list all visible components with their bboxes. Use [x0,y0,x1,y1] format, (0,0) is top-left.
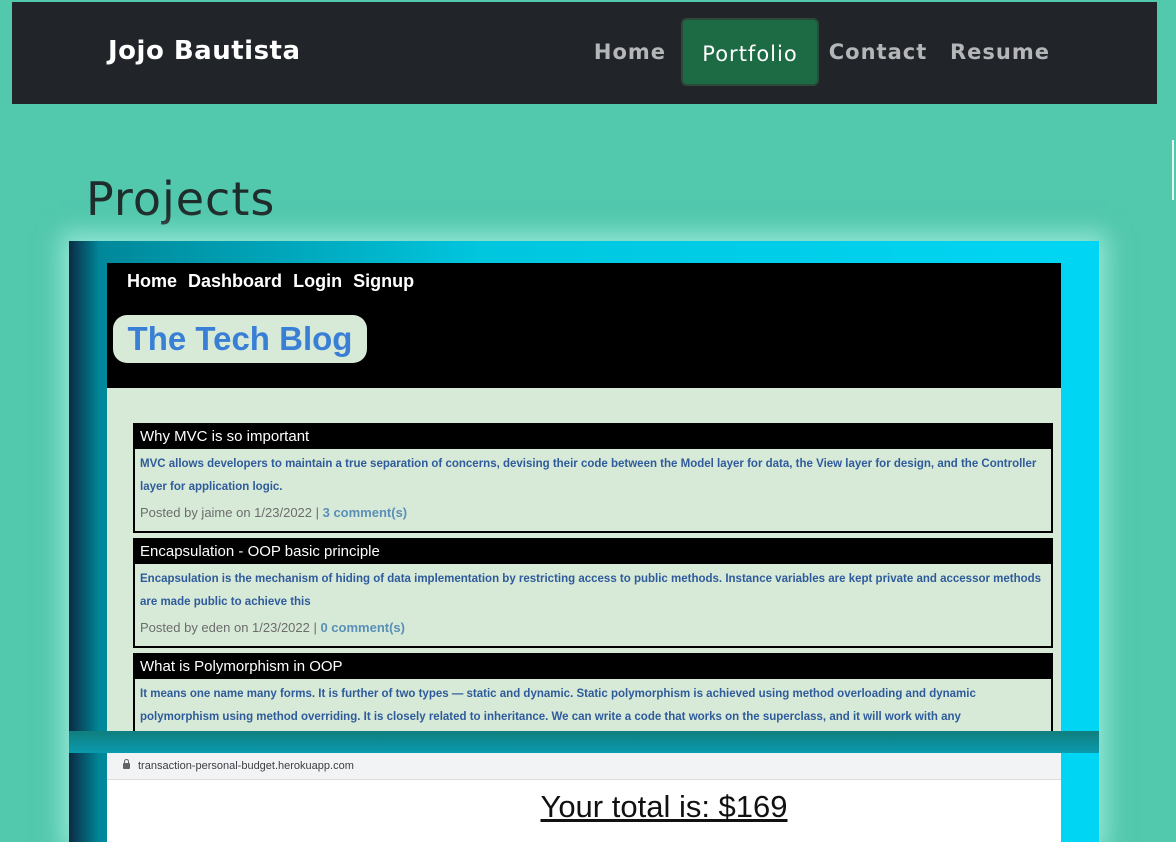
post-comments-link: 3 comment(s) [322,505,408,520]
post-body: MVC allows developers to maintain a true… [140,458,1037,493]
nav-home-link[interactable]: Home [588,18,672,86]
project-screenshot-budget-tracker[interactable]: transaction-personal-budget.herokuapp.co… [107,753,1061,842]
page-title: Projects [86,172,276,226]
post-body: Encapsulation is the mechanism of hiding… [140,573,1042,608]
post-title: Encapsulation - OOP basic principle [135,540,1051,564]
blog-post: Why MVC is so important MVC allows devel… [133,423,1053,533]
post-author-date: Posted by eden on 1/23/2022 | [140,620,321,635]
nav-contact-link[interactable]: Contact [828,18,928,86]
post-body: It means one name many forms. It is furt… [140,688,976,723]
post-title: Why MVC is so important [135,425,1051,449]
scrollbar-hint [1172,140,1174,200]
browser-url-bar: transaction-personal-budget.herokuapp.co… [107,753,1061,780]
post-meta: Posted by eden on 1/23/2022 | 0 comment(… [135,614,1051,639]
post-author-date: Posted by jaime on 1/23/2022 | [140,505,323,520]
nav-portfolio-link[interactable]: Portfolio [681,18,819,86]
top-navbar: Jojo Bautista Home Portfolio Contact Res… [12,2,1157,104]
post-title: What is Polymorphism in OOP [135,655,1051,679]
blog-post: What is Polymorphism in OOP It means one… [133,653,1053,731]
brand-name[interactable]: Jojo Bautista [108,36,301,66]
nav-resume-link[interactable]: Resume [950,18,1050,86]
blog-nav-signup: Signup [353,271,415,291]
blog-title: The Tech Blog [113,315,367,363]
post-comments-link: 0 comment(s) [320,620,405,635]
blog-post: Encapsulation - OOP basic principle Enca… [133,538,1053,648]
blog-nav: Home Dashboard Login Signup [127,271,420,292]
blog-nav-login: Login [293,271,343,291]
lock-icon [123,759,130,769]
budget-total: Your total is: $169 [540,789,788,824]
carousel-divider [69,731,1099,753]
blog-nav-home: Home [127,271,178,291]
blog-nav-dashboard: Dashboard [188,271,283,291]
post-meta: Posted by jaime on 1/23/2022 | 3 comment… [135,499,1051,524]
project-screenshot-tech-blog[interactable]: Home Dashboard Login Signup The Tech Blo… [107,263,1061,731]
blog-header: Home Dashboard Login Signup The Tech Blo… [107,263,1061,388]
browser-url: transaction-personal-budget.herokuapp.co… [138,760,354,772]
project-carousel[interactable]: Home Dashboard Login Signup The Tech Blo… [69,241,1099,842]
